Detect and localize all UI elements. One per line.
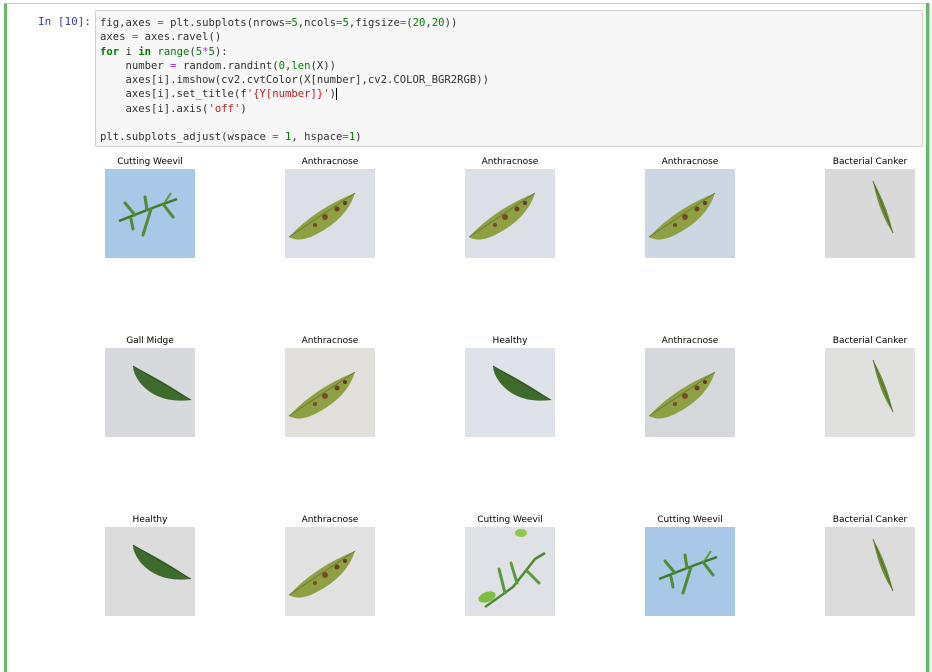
input-prompt: In [10]: [38,15,91,28]
subplot: Cutting Weevil [625,515,755,617]
subplot-title: Anthracnose [661,157,719,167]
subplot: Anthracnose [265,157,395,259]
subplot: Anthracnose [265,515,395,617]
subplot-title: Bacterial Canker [832,336,908,346]
subplot-title: Healthy [492,336,528,346]
code-text: axes = axes.ravel() [100,31,222,44]
leaf-image [105,348,195,437]
subplot: Cutting Weevil [445,515,575,617]
subplot-title: Anthracnose [301,336,359,346]
subplot-title: Bacterial Canker [832,157,908,167]
subplot: Bacterial Canker [805,515,932,617]
subplot: Anthracnose [445,157,575,259]
code-text: fig,axes = plt.subplots(nrows=5,ncols=5,… [100,17,458,29]
code-text: for i in range(5*5): [100,45,228,58]
leaf-image [285,169,375,258]
leaf-image [645,348,735,437]
code-text: axes[i].imshow(cv2.cvtColor(X[number],cv… [100,74,490,87]
code-line: axes[i].imshow(cv2.cvtColor(X[number],cv… [100,73,922,87]
leaf-image [645,527,735,616]
code-line: number = random.randint(0,len(X)) [100,59,922,73]
subplot-title: Gall Midge [126,336,174,346]
subplot: Anthracnose [625,336,755,438]
code-text: plt.subplots_adjust(wspace = 1, hspace=1… [100,131,362,144]
subplot: Bacterial Canker [805,157,932,259]
subplot: Healthy [85,515,215,617]
code-line: fig,axes = plt.subplots(nrows=5,ncols=5,… [100,16,922,30]
subplot-title: Cutting Weevil [657,515,723,525]
code-line: axes[i].axis('off') [100,102,922,116]
leaf-image [105,527,195,616]
subplot-title: Cutting Weevil [117,157,183,167]
subplot: Anthracnose [625,157,755,259]
subplot-title: Anthracnose [481,157,539,167]
leaf-image [465,169,555,258]
subplot: Cutting Weevil [85,157,215,259]
subplot-title: Healthy [132,515,168,525]
code-line: axes = axes.ravel() [100,30,922,44]
leaf-image [825,527,915,616]
code-text: axes[i].set_title(f'{Y[number]}') [100,88,337,101]
code-line: for i in range(5*5): [100,45,922,59]
leaf-image [105,169,195,258]
subplot: Gall Midge [85,336,215,438]
subplot: Anthracnose [265,336,395,438]
subplot-title: Cutting Weevil [477,515,543,525]
text-cursor [336,88,338,101]
code-editor[interactable]: fig,axes = plt.subplots(nrows=5,ncols=5,… [95,10,923,147]
leaf-image [285,527,375,616]
subplot-title: Anthracnose [661,336,719,346]
subplot-title: Anthracnose [301,515,359,525]
code-text: number = random.randint(0,len(X)) [100,59,337,72]
subplot: Bacterial Canker [805,336,932,438]
subplot-title: Bacterial Canker [832,515,908,525]
code-line: axes[i].set_title(f'{Y[number]}') [100,87,922,101]
leaf-image [825,348,915,437]
leaf-image [465,527,555,616]
subplot-title: Anthracnose [301,157,359,167]
code-text: axes[i].axis('off') [100,102,247,115]
code-line: plt.subplots_adjust(wspace = 1, hspace=1… [100,130,922,144]
leaf-image [645,169,735,258]
leaf-image [285,348,375,437]
subplot: Healthy [445,336,575,438]
leaf-image [465,348,555,437]
leaf-image [825,169,915,258]
